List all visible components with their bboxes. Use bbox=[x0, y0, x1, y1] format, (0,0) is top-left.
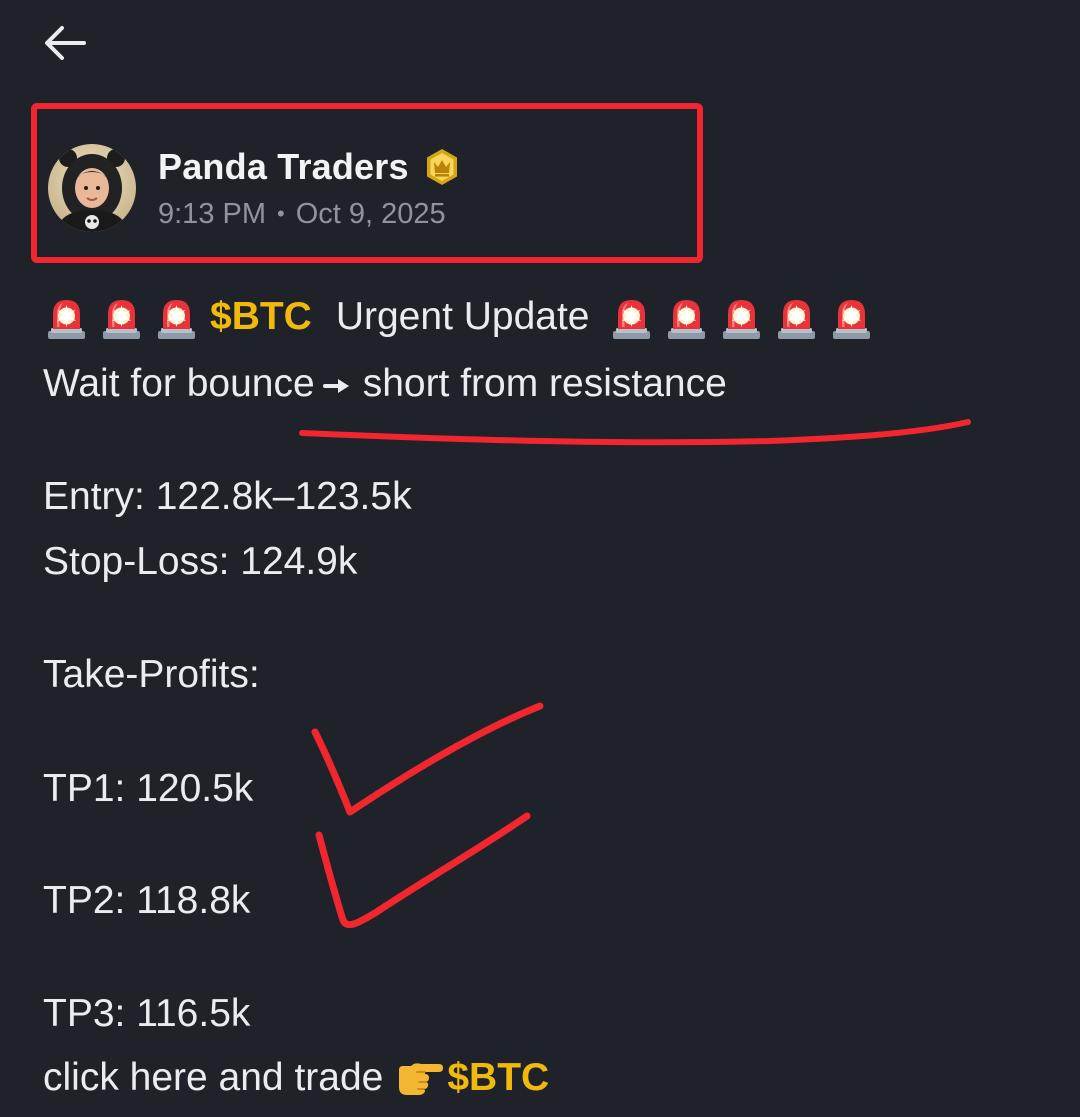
right-arrow-icon bbox=[322, 378, 349, 393]
entry-line: Entry: 122.8k–123.5k bbox=[43, 475, 412, 518]
timestamp-separator: • bbox=[277, 201, 285, 226]
stop-loss-line: Stop-Loss: 124.9k bbox=[43, 540, 358, 583]
instruction-end: short from resistance bbox=[362, 362, 727, 405]
post-timestamp: 9:13 PM • Oct 9, 2025 bbox=[158, 195, 461, 233]
siren-icon bbox=[43, 294, 90, 340]
post-headline: $BTC Urgent Update bbox=[43, 293, 883, 341]
siren-icon bbox=[718, 294, 765, 340]
tp2-checkmark-annotation bbox=[315, 812, 531, 929]
tp3-line: TP3: 116.5k bbox=[43, 992, 251, 1035]
siren-icon bbox=[828, 294, 875, 340]
post-cta: click here and trade $BTC bbox=[43, 1054, 549, 1102]
tp1-line: TP1: 120.5k bbox=[43, 767, 254, 810]
post-instruction: Wait for bounce short from resistance bbox=[43, 360, 727, 408]
pointing-right-hand-icon bbox=[399, 1063, 444, 1095]
back-button[interactable] bbox=[40, 20, 92, 66]
crown-badge-icon bbox=[426, 149, 457, 185]
post-date: Oct 9, 2025 bbox=[295, 197, 446, 230]
siren-icon bbox=[663, 294, 710, 340]
instruction-start: Wait for bounce bbox=[43, 362, 315, 405]
post-time: 9:13 PM bbox=[158, 197, 266, 230]
cta-text: click here and trade bbox=[43, 1056, 384, 1099]
avatar[interactable] bbox=[48, 144, 136, 232]
tp2-line: TP2: 118.8k bbox=[43, 879, 251, 922]
cta-ticker-link[interactable]: $BTC bbox=[447, 1056, 549, 1099]
siren-icon bbox=[608, 294, 655, 340]
take-profits-label: Take-Profits: bbox=[43, 653, 260, 696]
ticker-link[interactable]: $BTC bbox=[210, 293, 312, 341]
author-name[interactable]: Panda Traders bbox=[158, 146, 409, 188]
siren-icon bbox=[153, 294, 200, 340]
headline-text: Urgent Update bbox=[335, 295, 590, 338]
post-author: Panda Traders 9:13 PM • Oct 9, 2025 bbox=[48, 140, 461, 236]
siren-icon bbox=[98, 294, 145, 340]
arrow-left-icon bbox=[45, 26, 86, 60]
tp1-checkmark-annotation bbox=[311, 702, 544, 816]
siren-icon bbox=[773, 294, 820, 340]
underline-annotation bbox=[299, 419, 971, 446]
